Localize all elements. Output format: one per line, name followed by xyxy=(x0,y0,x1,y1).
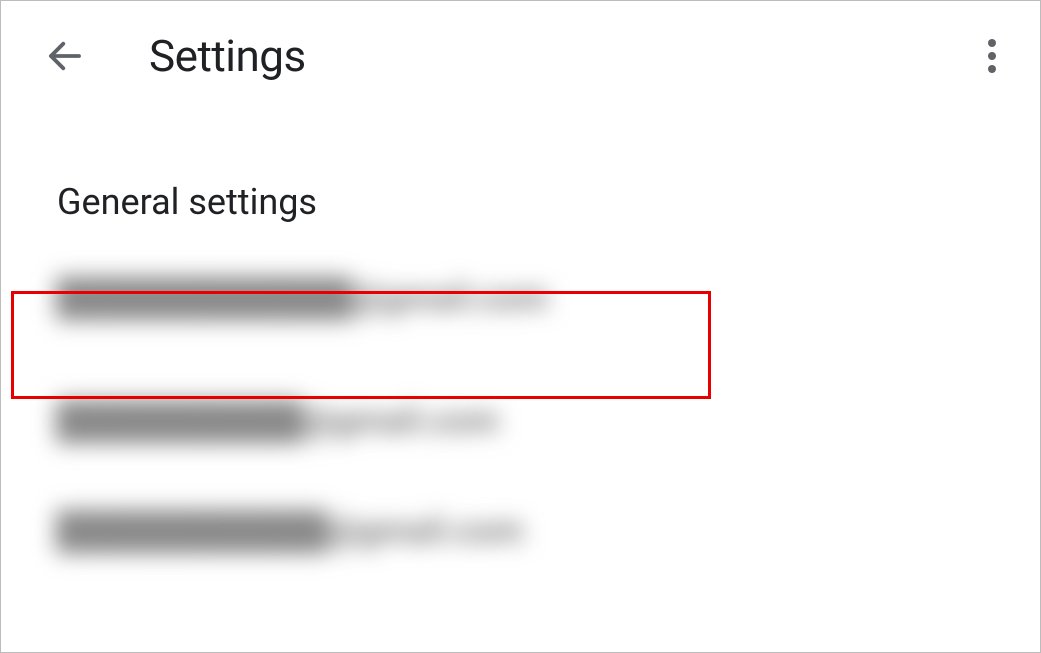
account-email-3: ███████████@gmail.com xyxy=(57,511,577,551)
general-settings-item[interactable]: General settings xyxy=(57,111,1040,243)
arrow-left-icon xyxy=(44,35,86,77)
app-header: Settings xyxy=(1,1,1040,111)
general-settings-label: General settings xyxy=(57,181,317,223)
more-vertical-icon xyxy=(987,37,997,75)
account-item-2[interactable]: ██████████@gmail.com xyxy=(57,353,1040,463)
more-options-button[interactable] xyxy=(972,32,1012,80)
account-email-1: ████████████@gmail.com xyxy=(57,278,617,318)
back-button[interactable] xyxy=(41,32,89,80)
page-title: Settings xyxy=(149,30,306,82)
account-email-2: ██████████@gmail.com xyxy=(57,401,557,441)
account-item-1[interactable]: ████████████@gmail.com xyxy=(57,243,1040,353)
settings-list: General settings ████████████@gmail.com … xyxy=(1,111,1040,573)
account-item-3[interactable]: ███████████@gmail.com xyxy=(57,463,1040,573)
